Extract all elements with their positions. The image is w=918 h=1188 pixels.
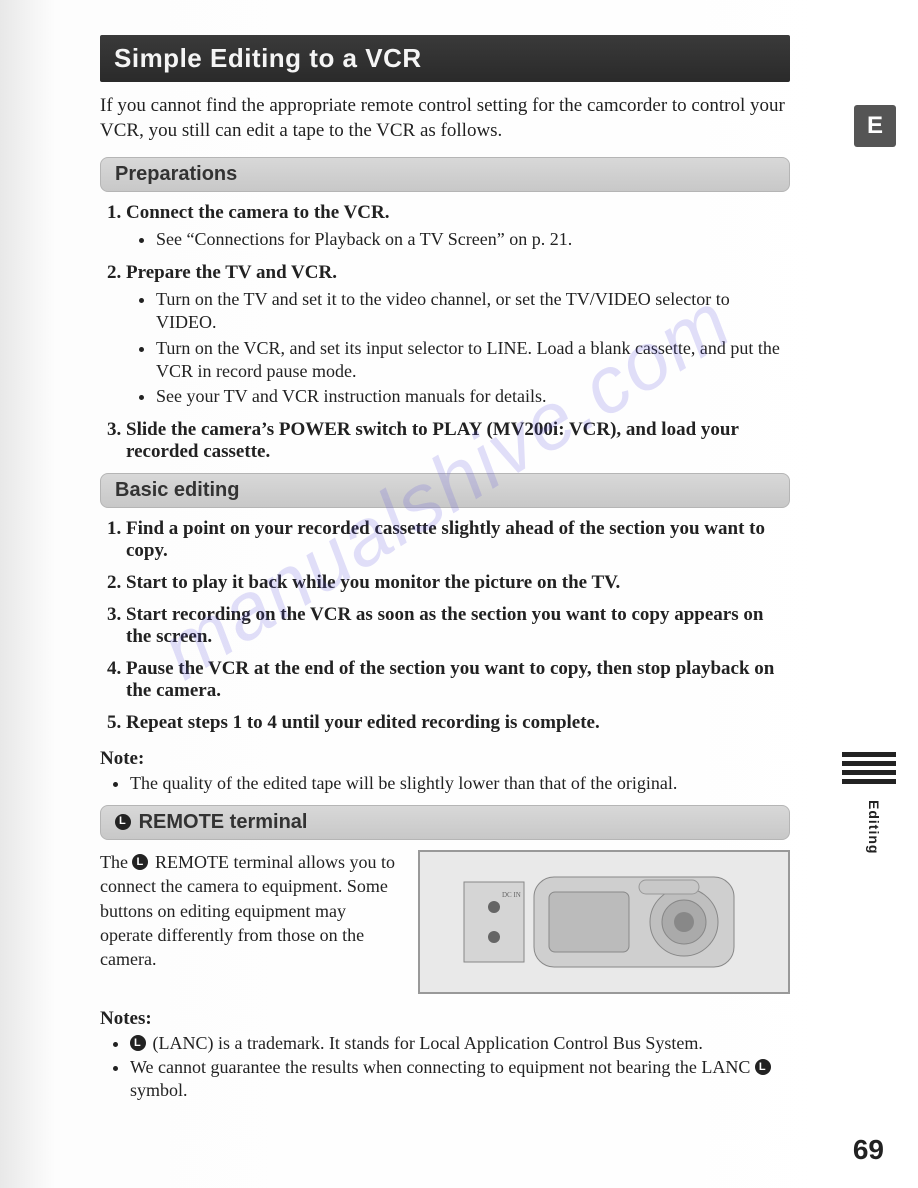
remote-heading-text: REMOTE terminal bbox=[139, 811, 308, 833]
note-1-bullet-1: The quality of the edited tape will be s… bbox=[130, 772, 790, 795]
side-section-label: Editing bbox=[866, 800, 882, 854]
prep-step-3: Slide the camera’s POWER switch to PLAY … bbox=[126, 419, 790, 463]
notes-heading-2: Notes: bbox=[100, 1008, 790, 1030]
prep-step-1-bullet-1: See “Connections for Playback on a TV Sc… bbox=[156, 228, 790, 251]
svg-text:DC IN: DC IN bbox=[502, 891, 521, 899]
side-decoration-lines bbox=[842, 752, 896, 788]
page-number: 69 bbox=[853, 1134, 884, 1166]
prep-step-2: Prepare the TV and VCR. Turn on the TV a… bbox=[126, 262, 790, 409]
remote-terminal-text: The REMOTE terminal allows you to connec… bbox=[100, 850, 400, 971]
remote-terminal-heading: REMOTE terminal bbox=[100, 805, 790, 840]
prep-step-2-bullet-1: Turn on the TV and set it to the video c… bbox=[156, 288, 790, 335]
lanc-icon bbox=[115, 814, 131, 830]
notes-2-bullet-1: (LANC) is a trademark. It stands for Loc… bbox=[130, 1032, 790, 1055]
preparations-heading: Preparations bbox=[100, 157, 790, 192]
prep-step-2-bullet-3: See your TV and VCR instruction manuals … bbox=[156, 385, 790, 408]
language-badge: E bbox=[854, 105, 896, 147]
basic-editing-heading: Basic editing bbox=[100, 473, 790, 508]
camcorder-illustration: DC IN bbox=[418, 850, 790, 994]
basic-step-2: Start to play it back while you monitor … bbox=[126, 572, 790, 594]
note-list-1: The quality of the edited tape will be s… bbox=[100, 772, 790, 795]
basic-editing-list: Find a point on your recorded cassette s… bbox=[100, 518, 790, 734]
note-heading-1: Note: bbox=[100, 748, 790, 770]
manual-page: E Editing manualshive.com Simple Editing… bbox=[0, 0, 918, 1188]
basic-step-4: Pause the VCR at the end of the section … bbox=[126, 658, 790, 702]
prep-step-1: Connect the camera to the VCR. See “Conn… bbox=[126, 202, 790, 251]
notes-list-2: (LANC) is a trademark. It stands for Loc… bbox=[100, 1032, 790, 1102]
prep-step-1-head: Connect the camera to the VCR. bbox=[126, 202, 389, 223]
lanc-icon bbox=[130, 1035, 146, 1051]
basic-step-1: Find a point on your recorded cassette s… bbox=[126, 518, 790, 562]
basic-step-5: Repeat steps 1 to 4 until your edited re… bbox=[126, 712, 790, 734]
intro-paragraph: If you cannot find the appropriate remot… bbox=[100, 94, 790, 143]
lanc-icon bbox=[755, 1059, 771, 1075]
page-title: Simple Editing to a VCR bbox=[100, 35, 790, 82]
prep-step-2-bullet-2: Turn on the VCR, and set its input selec… bbox=[156, 337, 790, 384]
basic-step-3: Start recording on the VCR as soon as th… bbox=[126, 604, 790, 648]
notes-2-bullet-2: We cannot guarantee the results when con… bbox=[130, 1056, 790, 1103]
lanc-icon bbox=[132, 854, 148, 870]
preparations-list: Connect the camera to the VCR. See “Conn… bbox=[100, 202, 790, 462]
prep-step-2-head: Prepare the TV and VCR. bbox=[126, 262, 337, 283]
prep-step-3-head: Slide the camera’s POWER switch to PLAY … bbox=[126, 419, 739, 462]
